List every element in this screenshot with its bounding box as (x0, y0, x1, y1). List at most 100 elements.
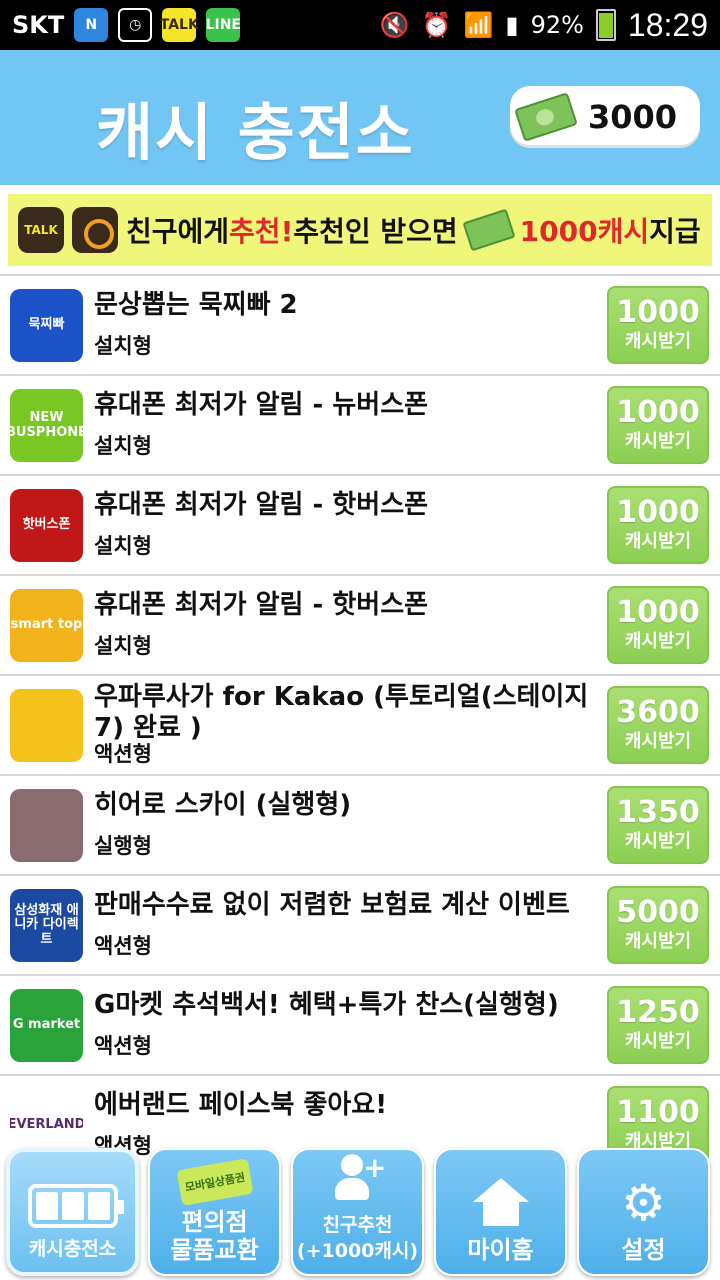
tab-convenience-store-exchange[interactable]: 모바일상품권 편의점 물품교환 (148, 1148, 281, 1276)
referral-banner[interactable]: TALK 친구에게 추천! 추천인 받으면 1000캐시 지급 (8, 194, 712, 266)
banner-text: 추천인 받으면 (293, 215, 458, 248)
offer-title: 히어로 스카이 (실행형) (94, 790, 352, 820)
reward-label: 캐시받기 (624, 531, 692, 552)
list-item[interactable]: NEW BUSPHONE 휴대폰 최저가 알림 - 뉴버스폰 설치형 1000 … (0, 374, 720, 474)
offer-type: 설치형 (94, 334, 152, 358)
banner-highlight: 추천! (229, 215, 294, 248)
offer-title: 에버랜드 페이스북 좋아요! (94, 1090, 388, 1120)
reward-amount: 5000 (616, 895, 700, 930)
offer-type: 액션형 (94, 934, 152, 958)
cash-amount: 3000 (588, 98, 678, 136)
reward-amount: 1000 (616, 395, 700, 430)
reward-amount: 1000 (616, 295, 700, 330)
get-cash-button[interactable]: 1000 캐시받기 (607, 586, 709, 664)
reward-label: 캐시받기 (624, 331, 692, 352)
offer-title: 휴대폰 최저가 알림 - 핫버스폰 (94, 490, 429, 520)
carrier-label: SKT (12, 11, 65, 39)
app-icon: G market (10, 989, 83, 1062)
tab-label: 마이홈 (467, 1236, 534, 1264)
reward-amount: 1250 (616, 995, 700, 1030)
app-icon (10, 689, 83, 762)
clock: 18:29 (627, 6, 708, 43)
offer-type: 액션형 (94, 742, 152, 766)
battery-icon (27, 1184, 124, 1228)
tab-label: 캐시충전소 (28, 1238, 117, 1260)
reward-label: 캐시받기 (624, 831, 692, 852)
app-icon: 삼성화재 애니카 다이렉트 (10, 889, 83, 962)
coupon-icon: 모바일상품권 (175, 1158, 254, 1206)
line-icon: LINE (206, 8, 241, 42)
reward-label: 캐시받기 (624, 931, 692, 952)
money-icon (514, 92, 578, 142)
app-icon (10, 789, 83, 862)
kakaostory-icon (72, 207, 118, 253)
coupon-badge-text: 모바일상품권 (183, 1170, 246, 1195)
status-bar: SKT N ◷ TALK LINE 🔇 ⏰ 📶 ▮ 92% 18:29 (0, 0, 720, 50)
app-icon: NEW BUSPHONE (10, 389, 83, 462)
home-icon (472, 1178, 529, 1228)
reward-amount: 1100 (616, 1095, 700, 1130)
signal-icon: ▮ (505, 11, 519, 39)
tab-label: 친구추천 (+1000캐시) (296, 1214, 419, 1262)
reward-amount: 1350 (616, 795, 700, 830)
offer-type: 설치형 (94, 534, 152, 558)
bottom-tab-bar: 캐시충전소 모바일상품권 편의점 물품교환 + 친구추천 (+1000캐시) 마… (0, 1144, 720, 1280)
app-icon: smart top (10, 589, 83, 662)
gear-icon: ⚙ (621, 1174, 666, 1232)
offer-type: 설치형 (94, 434, 152, 458)
offer-title: 문상뽑는 묵찌빠 2 (94, 290, 298, 320)
tab-label: 편의점 물품교환 (170, 1208, 259, 1264)
offer-title: 휴대폰 최저가 알림 - 뉴버스폰 (94, 390, 429, 420)
get-cash-button[interactable]: 5000 캐시받기 (607, 886, 709, 964)
naver-n-icon: N (74, 8, 109, 42)
reward-label: 캐시받기 (624, 431, 692, 452)
kakaotalk-icon: TALK (18, 207, 64, 253)
battery-percent: 92% (530, 11, 584, 39)
banner-reward: 1000캐시 (519, 215, 650, 248)
list-item[interactable]: 핫버스폰 휴대폰 최저가 알림 - 핫버스폰 설치형 1000 캐시받기 (0, 474, 720, 574)
mute-icon: 🔇 (379, 11, 410, 39)
cash-balance[interactable]: 3000 (510, 86, 700, 148)
app-icon: 핫버스폰 (10, 489, 83, 562)
tab-settings[interactable]: ⚙ 설정 (577, 1148, 710, 1276)
list-item[interactable]: 묵찌빠 문상뽑는 묵찌빠 2 설치형 1000 캐시받기 (0, 274, 720, 374)
offer-list: 묵찌빠 문상뽑는 묵찌빠 2 설치형 1000 캐시받기 NEW BUSPHON… (0, 274, 720, 1174)
battery-icon (595, 9, 616, 41)
offer-type: 설치형 (94, 634, 152, 658)
get-cash-button[interactable]: 1250 캐시받기 (607, 986, 709, 1064)
offer-title: 휴대폰 최저가 알림 - 핫버스폰 (94, 590, 429, 620)
reward-label: 캐시받기 (624, 631, 692, 652)
kakaotalk-icon: TALK (160, 8, 199, 42)
list-item[interactable]: 우파루사가 for Kakao (투토리얼(스테이지7) 완료 ) 액션형 36… (0, 674, 720, 774)
tab-my-home[interactable]: 마이홈 (434, 1148, 567, 1276)
banner-text: 친구에게 (126, 215, 230, 248)
money-icon (462, 208, 516, 252)
reward-amount: 1000 (616, 495, 700, 530)
app-icon: 묵찌빠 (10, 289, 83, 362)
sim-clock-icon: ◷ (118, 8, 153, 42)
list-item[interactable]: smart top 휴대폰 최저가 알림 - 핫버스폰 설치형 1000 캐시받… (0, 574, 720, 674)
get-cash-button[interactable]: 3600 캐시받기 (607, 686, 709, 764)
wifi-icon: 📶 (463, 11, 494, 39)
reward-amount: 3600 (616, 695, 700, 730)
alarm-icon: ⏰ (421, 11, 452, 39)
reward-label: 캐시받기 (624, 1031, 692, 1052)
offer-title: G마켓 추석백서! 혜택+특가 찬스(실행형) (94, 990, 559, 1020)
offer-title: 우파루사가 for Kakao (투토리얼(스테이지7) 완료 ) (94, 682, 589, 743)
header: 캐시 충전소 3000 (0, 50, 720, 185)
get-cash-button[interactable]: 1000 캐시받기 (607, 386, 709, 464)
add-friend-icon: + (333, 1154, 387, 1204)
get-cash-button[interactable]: 1000 캐시받기 (607, 286, 709, 364)
offer-title: 판매수수료 없이 저렴한 보험료 계산 이벤트 (94, 890, 570, 920)
get-cash-button[interactable]: 1000 캐시받기 (607, 486, 709, 564)
list-item[interactable]: 히어로 스카이 (실행형) 실행형 1350 캐시받기 (0, 774, 720, 874)
list-item[interactable]: G market G마켓 추석백서! 혜택+특가 찬스(실행형) 액션형 125… (0, 974, 720, 1074)
offer-type: 실행형 (94, 834, 152, 858)
tab-cash-station[interactable]: 캐시충전소 (6, 1148, 139, 1276)
list-item[interactable]: 삼성화재 애니카 다이렉트 판매수수료 없이 저렴한 보험료 계산 이벤트 액션… (0, 874, 720, 974)
reward-label: 캐시받기 (624, 731, 692, 752)
page-title: 캐시 충전소 (96, 96, 415, 169)
banner-text: 지급 (649, 215, 701, 248)
get-cash-button[interactable]: 1350 캐시받기 (607, 786, 709, 864)
tab-friend-referral[interactable]: + 친구추천 (+1000캐시) (291, 1148, 424, 1276)
